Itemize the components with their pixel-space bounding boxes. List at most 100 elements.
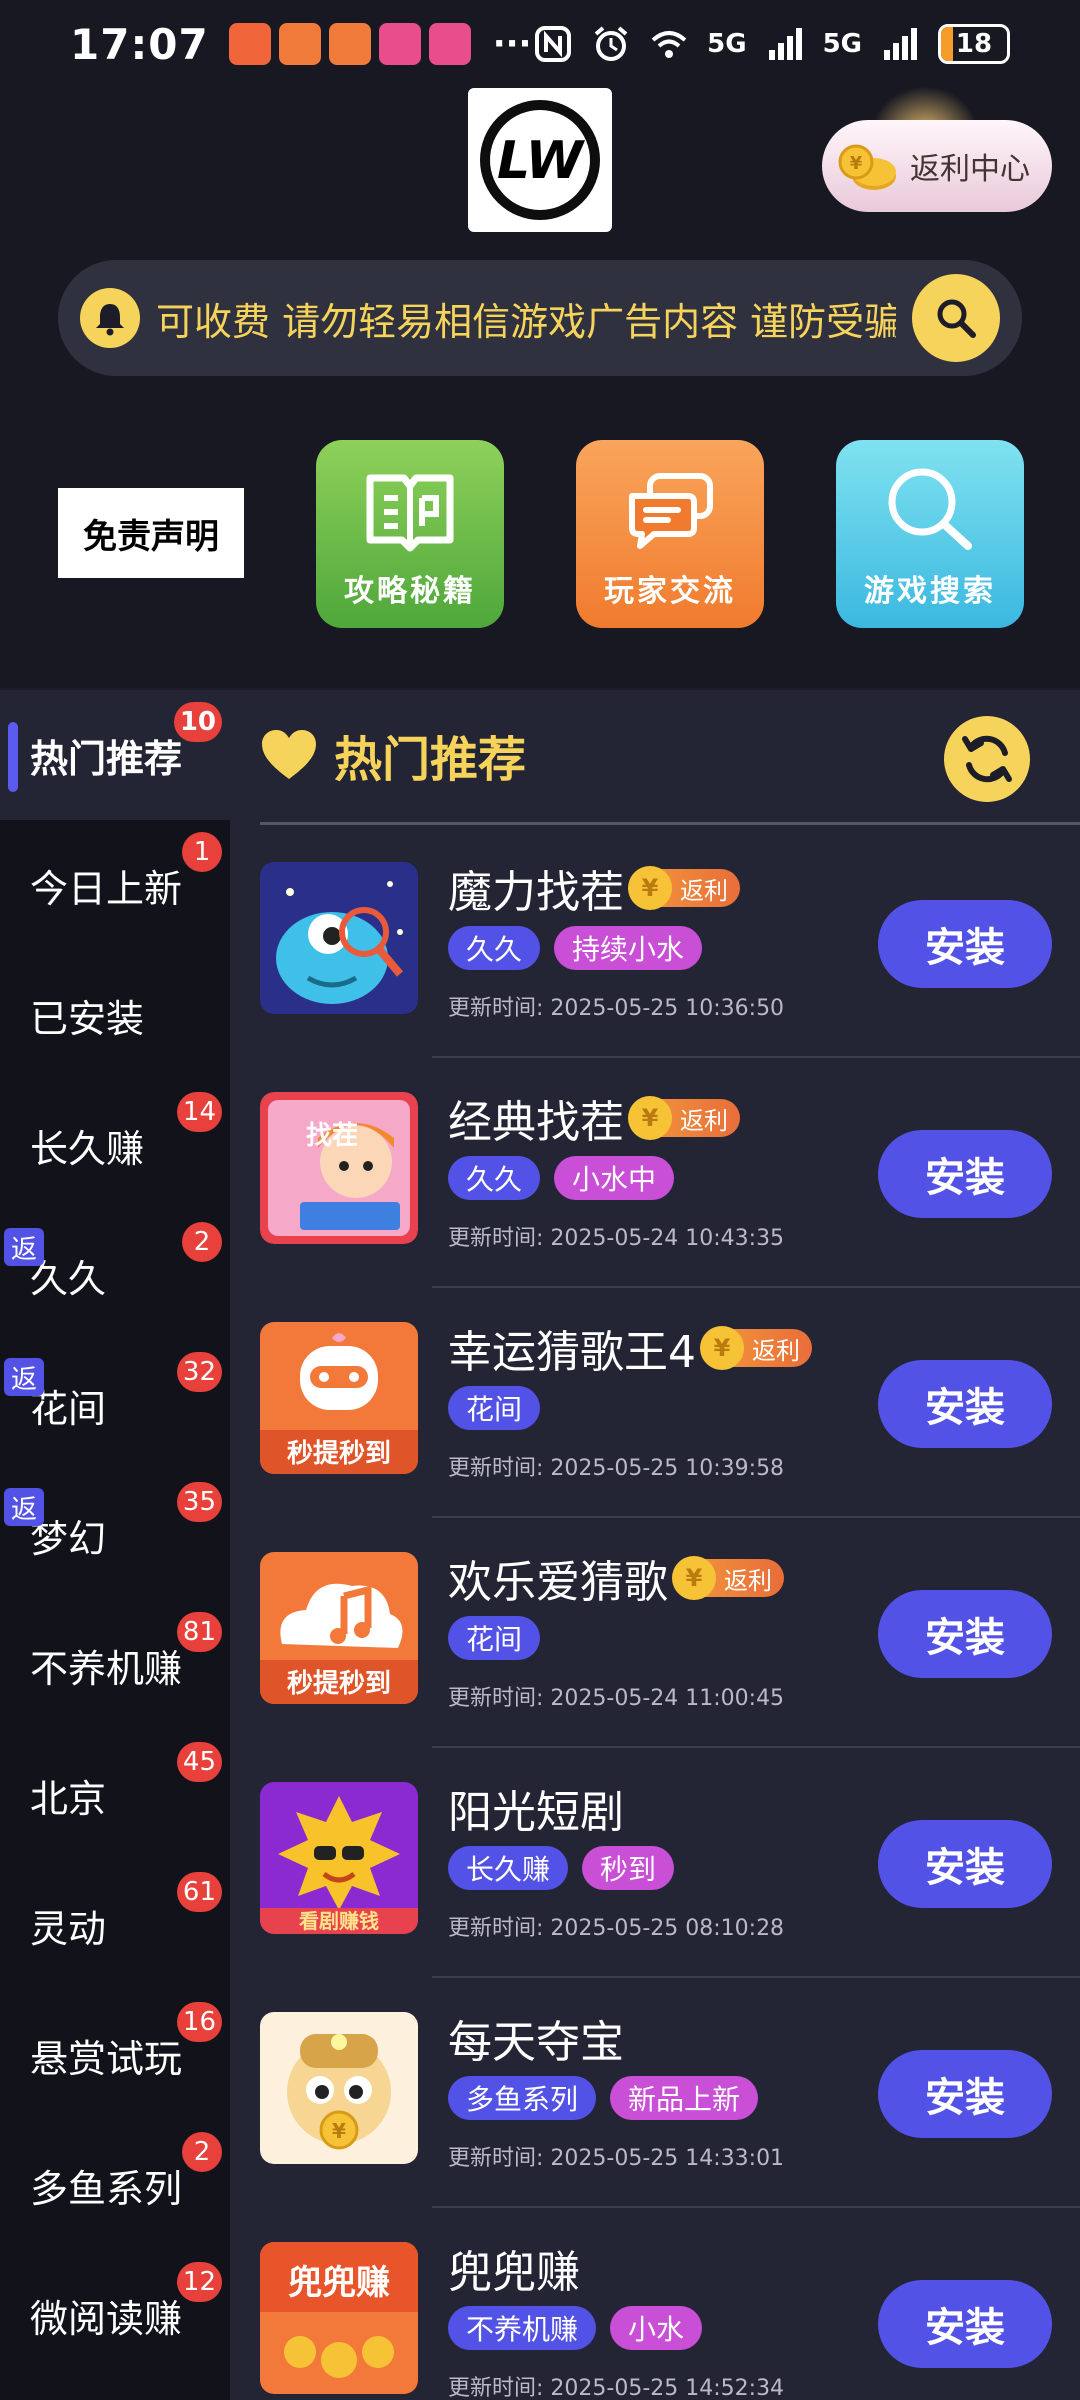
app-icon: 找茬 [260, 1092, 418, 1244]
sidebar-item-jiujiu[interactable]: 返 久久 2 [0, 1210, 230, 1340]
sidebar-item-long-term[interactable]: 长久赚 14 [0, 1080, 230, 1210]
app-list-panel: 热门推荐 魔力找茬 ¥ 返利 久久 持续小水 更新时间: 2025-05-25 … [230, 690, 1080, 2400]
app-logo: LW [468, 88, 612, 232]
install-button[interactable]: 安装 [878, 1820, 1052, 1908]
svg-text:秒提秒到: 秒提秒到 [287, 1439, 391, 1469]
search-button[interactable] [912, 274, 1000, 362]
app-name-text: 兜兜赚 [448, 2247, 580, 2298]
rebate-tag: 返 [4, 1358, 44, 1396]
sidebar-item-beijing[interactable]: 北京 45 [0, 1730, 230, 1860]
app-tag: 花间 [448, 1386, 541, 1430]
rebate-center-button[interactable]: ¥ 返利中心 [822, 120, 1052, 212]
count-badge: 32 [176, 1352, 222, 1392]
app-name-text: 魔力找茬 [448, 867, 624, 918]
player-chat-button[interactable]: 玩家交流 [576, 440, 764, 628]
svg-text:找茬: 找茬 [306, 1121, 358, 1151]
book-icon [366, 474, 454, 552]
app-icon [260, 862, 418, 1014]
install-button[interactable]: 安装 [878, 1360, 1052, 1448]
app-tag: 持续小水 [554, 926, 703, 970]
sidebar-item-duoyu[interactable]: 多鱼系列 2 [0, 2120, 230, 2250]
bell-icon [80, 288, 140, 348]
app-row[interactable]: 魔力找茬 ¥ 返利 久久 持续小水 更新时间: 2025-05-25 10:36:… [230, 828, 1080, 1058]
sidebar-item-label: 今日上新 [30, 866, 183, 911]
app-name: 阳光短剧 [448, 1776, 624, 1840]
app-row[interactable]: 看剧赚钱 阳光短剧 长久赚 秒到 更新时间: 2025-05-25 08:10:… [230, 1748, 1080, 1978]
count-badge: 2 [182, 1222, 222, 1262]
sidebar-item-huajian[interactable]: 返 花间 32 [0, 1340, 230, 1470]
app-icon-3 [378, 23, 421, 65]
svg-text:¥: ¥ [850, 153, 863, 174]
refresh-button[interactable] [944, 716, 1030, 802]
count-badge: 2 [182, 2132, 222, 2172]
header: LW ¥ 返利中心 可收费 请勿轻易相信游戏广告内容 谨防受骗 免责声明 攻略秘… [0, 86, 1080, 688]
heart-icon [262, 730, 316, 779]
section-title: 热门推荐 [334, 732, 527, 788]
network-type-2: 5G [822, 29, 862, 59]
network-type-1: 5G [707, 29, 747, 59]
nfc-icon [535, 26, 572, 62]
install-button[interactable]: 安装 [878, 1130, 1052, 1218]
rebate-label: 返利 [680, 1106, 728, 1135]
sidebar-item-label: 北京 [30, 1776, 107, 1821]
battery-indicator: 18 [938, 24, 1010, 64]
install-button[interactable]: 安装 [878, 2280, 1052, 2368]
gift-app-icon [228, 23, 271, 65]
player-chat-label: 玩家交流 [604, 574, 736, 609]
section-header: 热门推荐 [260, 720, 526, 790]
count-badge: 12 [176, 2262, 222, 2302]
count-badge: 35 [176, 1482, 222, 1522]
install-button[interactable]: 安装 [878, 900, 1052, 988]
sidebar-item-menghuan[interactable]: 返 梦幻 35 [0, 1470, 230, 1600]
update-time: 更新时间: 2025-05-25 08:10:28 [448, 1916, 785, 1941]
app-name: 每天夺宝 [448, 2006, 624, 2070]
rebate-badge: ¥ 返利 [628, 1096, 740, 1140]
sidebar-item-new-today[interactable]: 今日上新 1 [0, 820, 230, 950]
app-tag: 多鱼系列 [448, 2076, 597, 2120]
sidebar-item-label: 微阅读赚 [30, 2296, 183, 2341]
svg-text:¥: ¥ [332, 2119, 346, 2143]
app-row[interactable]: 秒提秒到 欢乐爱猜歌 ¥ 返利 花间 更新时间: 2025-05-24 11:00… [230, 1518, 1080, 1748]
app-name-text: 每天夺宝 [448, 2017, 624, 2068]
sidebar-item-hot[interactable]: 热门推荐 10 [0, 690, 230, 820]
app-tags: 长久赚 秒到 [448, 1846, 675, 1890]
signal-icon-2 [884, 28, 917, 60]
sidebar-item-trial[interactable]: 悬赏试玩 16 [0, 1990, 230, 2120]
app-name-text: 幸运猜歌王4 [448, 1327, 696, 1378]
battery-fill [941, 27, 953, 61]
rebate-center-label: 返利中心 [910, 152, 1030, 187]
install-button[interactable]: 安装 [878, 2050, 1052, 2138]
app-row[interactable]: 秒提秒到 幸运猜歌王4 ¥ 返利 花间 更新时间: 2025-05-25 10:3… [230, 1288, 1080, 1518]
disclaimer-button[interactable]: 免责声明 [58, 488, 244, 578]
update-time: 更新时间: 2025-05-25 14:33:01 [448, 2146, 785, 2171]
sidebar-item-reading[interactable]: 微阅读赚 12 [0, 2250, 230, 2380]
count-badge: 61 [176, 1872, 222, 1912]
app-tags: 久久 小水中 [448, 1156, 675, 1200]
sidebar-item-lingdong[interactable]: 灵动 61 [0, 1860, 230, 1990]
guide-label: 攻略秘籍 [344, 574, 476, 609]
game-search-label: 游戏搜索 [864, 574, 996, 609]
guide-button[interactable]: 攻略秘籍 [316, 440, 504, 628]
sidebar-item-installed[interactable]: 已安装 [0, 950, 230, 1080]
app-icon: ¥ [260, 2012, 418, 2164]
coin-icon: ¥ [672, 1556, 716, 1600]
svg-text:秒提秒到: 秒提秒到 [287, 1669, 391, 1699]
app-icon: 秒提秒到 [260, 1322, 418, 1474]
app-name: 兜兜赚 [448, 2236, 580, 2300]
notice-text: 可收费 请勿轻易相信游戏广告内容 谨防受骗 [156, 299, 896, 344]
app-tag: 长久赚 [448, 1846, 569, 1890]
coin-icon: ¥ [700, 1326, 744, 1370]
count-badge: 81 [176, 1612, 222, 1652]
app-row[interactable]: 找茬 经典找茬 ¥ 返利 久久 小水中 更新时间: 2025-05-24 10:4… [230, 1058, 1080, 1288]
app-name: 魔力找茬 ¥ 返利 [448, 856, 740, 920]
sidebar-item-no-device[interactable]: 不养机赚 81 [0, 1600, 230, 1730]
install-button[interactable]: 安装 [878, 1590, 1052, 1678]
app-row[interactable]: 兜兜赚 兜兜赚 不养机赚 小水 更新时间: 2025-05-25 14:52:3… [230, 2208, 1080, 2400]
rebate-label: 返利 [680, 876, 728, 905]
app-tag: 小水中 [554, 1156, 675, 1200]
app-row[interactable]: ¥ 每天夺宝 多鱼系列 新品上新 更新时间: 2025-05-25 14:33:… [230, 1978, 1080, 2208]
game-search-button[interactable]: 游戏搜索 [836, 440, 1024, 628]
app-icon-4 [428, 23, 471, 65]
status-time: 17:07 [70, 19, 209, 69]
alarm-icon [594, 26, 628, 61]
